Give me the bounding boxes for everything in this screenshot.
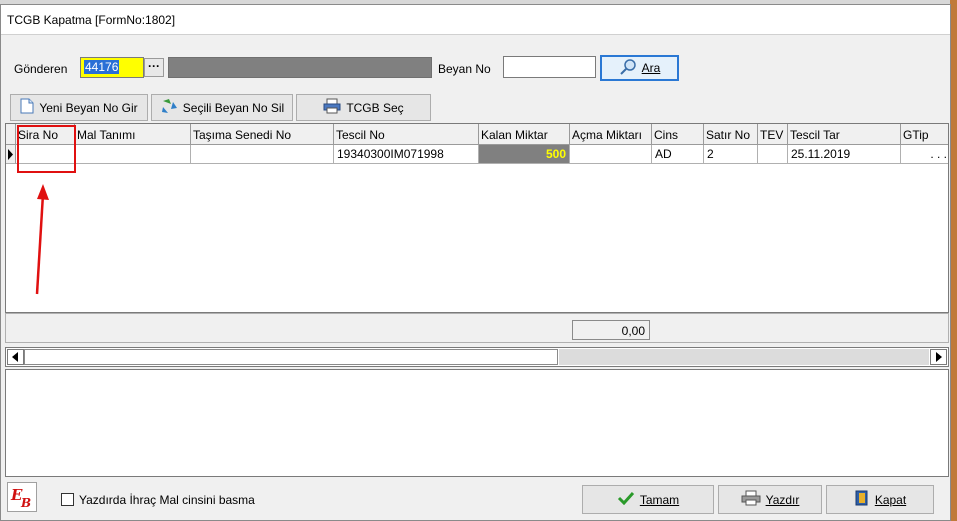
cell-kalan-miktar[interactable]: 500 <box>479 145 570 164</box>
new-beyan-button[interactable]: Yeni Beyan No Gir <box>10 94 148 121</box>
scroll-left-icon <box>12 352 18 362</box>
scroll-left-button[interactable] <box>7 349 24 365</box>
row-indicator[interactable] <box>6 145 16 164</box>
grid-footer <box>5 313 949 343</box>
cell-gtip[interactable]: . . . <box>901 145 948 164</box>
search-icon <box>619 58 637 79</box>
sender-label: Gönderen <box>14 62 68 76</box>
column-header-tasima-senedi-no[interactable]: Taşıma Senedi No <box>191 124 334 145</box>
cell-tescil-no[interactable]: 19340300IM071998 <box>334 145 479 164</box>
skip-export-goods-type-checkbox[interactable] <box>61 493 74 506</box>
checkmark-icon <box>617 491 635 508</box>
print-button-label: Yazdır <box>765 492 800 507</box>
column-header-tescil-tar[interactable]: Tescil Tar <box>788 124 901 145</box>
printer-icon <box>323 98 341 117</box>
horizontal-scrollbar[interactable] <box>5 347 949 367</box>
column-header-satir-no[interactable]: Satır No <box>704 124 758 145</box>
search-button[interactable]: Ara <box>600 55 679 81</box>
ok-button-label: Tamam <box>639 492 680 507</box>
cell-tasima-senedi-no[interactable] <box>191 145 334 164</box>
column-header-gtip[interactable]: GTip <box>901 124 948 145</box>
annotation-arrow <box>35 184 49 295</box>
title-bar[interactable]: TCGB Kapatma [FormNo:1802] <box>1 5 950 35</box>
sender-code-input[interactable]: 44176 <box>80 57 144 78</box>
column-header-kalan-miktar[interactable]: Kalan Miktar <box>479 124 570 145</box>
delete-recycle-icon <box>160 98 178 117</box>
new-beyan-label: Yeni Beyan No Gir <box>39 100 138 115</box>
svg-text:B: B <box>20 496 31 510</box>
scroll-right-icon <box>936 352 942 362</box>
detail-pane <box>5 369 949 477</box>
sender-code-value: 44176 <box>84 60 120 74</box>
window-title: TCGB Kapatma [FormNo:1802] <box>7 13 176 27</box>
cell-acma-miktari[interactable] <box>570 145 652 164</box>
print-button[interactable]: Yazdır <box>718 485 822 514</box>
background-strip-right <box>950 0 957 521</box>
current-row-arrow-icon <box>8 149 13 160</box>
printer-icon <box>741 490 761 509</box>
search-button-label: Ara <box>641 61 661 75</box>
door-exit-icon <box>854 490 870 509</box>
cell-tev[interactable] <box>758 145 788 164</box>
annotation-highlight-box <box>17 125 76 173</box>
close-button-label: Kapat <box>874 492 907 507</box>
beyan-no-label: Beyan No <box>438 62 491 76</box>
company-logo: E B <box>7 482 37 512</box>
grid-corner <box>6 124 16 145</box>
scroll-track[interactable] <box>559 349 929 365</box>
skip-export-goods-type-label: Yazdırda İhraç Mal cinsini basma <box>79 493 255 507</box>
cell-cins[interactable]: AD <box>652 145 704 164</box>
ok-button[interactable]: Tamam <box>582 485 714 514</box>
scroll-right-button[interactable] <box>930 349 947 365</box>
cell-tescil-tar[interactable]: 25.11.2019 <box>788 145 901 164</box>
sender-lookup-button[interactable]: ··· <box>144 58 164 77</box>
column-header-mal-tanimi[interactable]: Mal Tanımı <box>75 124 191 145</box>
delete-selected-beyan-button[interactable]: Seçili Beyan No Sil <box>151 94 293 121</box>
cell-satir-no[interactable]: 2 <box>704 145 758 164</box>
total-amount: 0,00 <box>572 320 650 340</box>
tcgb-select-button[interactable]: TCGB Seç <box>296 94 431 121</box>
column-header-tev[interactable]: TEV <box>758 124 788 145</box>
delete-selected-label: Seçili Beyan No Sil <box>182 100 285 115</box>
column-header-acma-miktari[interactable]: Açma Miktarı <box>570 124 652 145</box>
tcgb-select-label: TCGB Seç <box>346 100 404 115</box>
cell-mal-tanimi[interactable] <box>75 145 191 164</box>
sender-name-field <box>168 57 432 78</box>
beyan-grid[interactable]: Sira No Mal Tanımı Taşıma Senedi No Tesc… <box>5 123 949 313</box>
beyan-no-input[interactable] <box>503 56 596 78</box>
close-button[interactable]: Kapat <box>826 485 934 514</box>
scroll-thumb[interactable] <box>24 349 558 365</box>
column-header-cins[interactable]: Cins <box>652 124 704 145</box>
new-document-icon <box>20 98 34 117</box>
column-header-tescil-no[interactable]: Tescil No <box>334 124 479 145</box>
